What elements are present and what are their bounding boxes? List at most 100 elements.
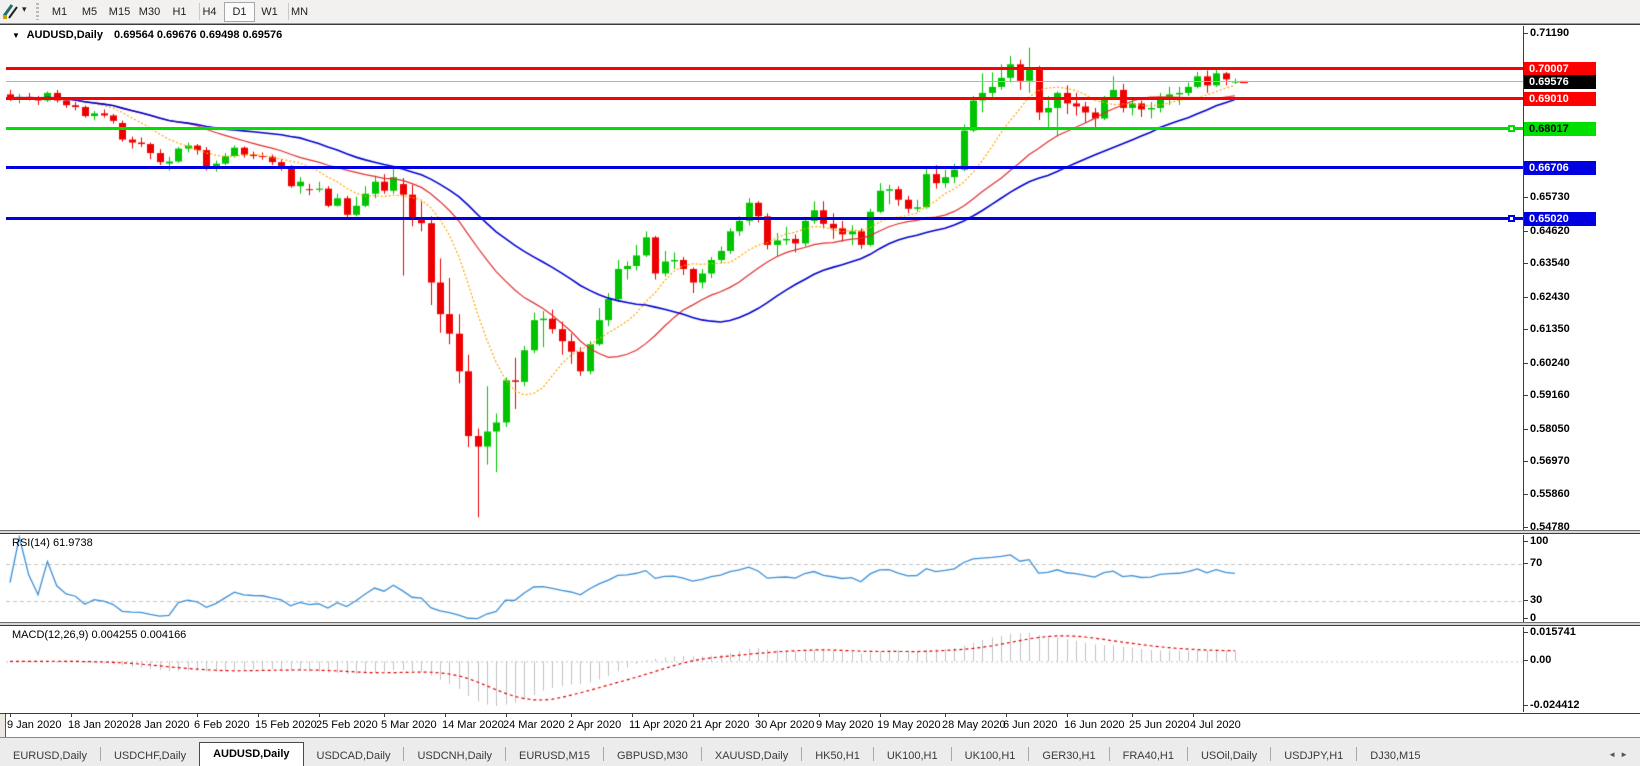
rsi-tick-label: 0 <box>1530 612 1536 624</box>
timeframe-button-d1[interactable]: D1 <box>224 2 255 22</box>
rsi-panel <box>0 533 1640 624</box>
rsi-tick-label: 100 <box>1530 535 1548 547</box>
macd-tick-label: -0.024412 <box>1530 699 1580 711</box>
rsi-tick-label: 30 <box>1530 594 1542 606</box>
support-line-0.68017-handle[interactable] <box>1508 125 1515 132</box>
tab-hk50-h1[interactable]: HK50,H1 <box>802 746 873 766</box>
date-tick <box>632 713 633 717</box>
tab-dj30-m15[interactable]: DJ30,M15 <box>1357 746 1433 766</box>
window-menu-icon[interactable]: ▼ <box>12 31 20 40</box>
tab-scroll-right-icon[interactable]: ► <box>1620 750 1632 759</box>
toolbar-dropdown-icon[interactable]: ▾ <box>22 4 27 15</box>
tab-uk100-h1[interactable]: UK100,H1 <box>952 746 1029 766</box>
tab-usdjpy-h1[interactable]: USDJPY,H1 <box>1271 746 1356 766</box>
tab-usdcnh-daily[interactable]: USDCNH,Daily <box>404 746 505 766</box>
date-label: 24 Mar 2020 <box>503 719 565 731</box>
price-tick-dash <box>1523 429 1528 430</box>
macd-chart[interactable] <box>6 627 1523 712</box>
tab-uk100-h1[interactable]: UK100,H1 <box>874 746 951 766</box>
date-label: 16 Jun 2020 <box>1064 719 1125 731</box>
chart-symbol-label: AUDUSD,Daily <box>27 29 103 41</box>
date-label: 25 Jun 2020 <box>1129 719 1190 731</box>
date-label: 15 Feb 2020 <box>255 719 317 731</box>
timeframe-button-m30[interactable]: M30 <box>134 2 165 22</box>
rsi-tick-dash <box>1523 618 1528 619</box>
tab-usdcad-daily[interactable]: USDCAD,Daily <box>304 746 404 766</box>
support-line-0.66706[interactable] <box>6 166 1523 169</box>
price-tick-label: 0.54780 <box>1530 521 1570 533</box>
bid-price-line[interactable] <box>6 81 1523 82</box>
macd-tick-dash <box>1523 632 1528 633</box>
timeframe-button-h1[interactable]: H1 <box>164 2 195 22</box>
date-label: 4 Jul 2020 <box>1190 719 1241 731</box>
timeframe-button-w1[interactable]: W1 <box>254 2 285 22</box>
rsi-axis-border <box>1523 535 1524 622</box>
date-tick <box>945 713 946 717</box>
crosshair-tool-icon[interactable] <box>2 2 20 20</box>
date-tick <box>132 713 133 717</box>
date-tick <box>10 713 11 717</box>
tab-scroll-left-icon[interactable]: ◄ <box>1608 750 1620 759</box>
tab-fra40-h1[interactable]: FRA40,H1 <box>1110 746 1187 766</box>
chart-title: ▼ AUDUSD,Daily 0.69564 0.69676 0.69498 0… <box>12 29 282 41</box>
support-line-0.65020-handle[interactable] <box>1508 215 1515 222</box>
rsi-chart[interactable] <box>6 535 1523 622</box>
tab-eurusd-m15[interactable]: EURUSD,M15 <box>506 746 603 766</box>
date-tick <box>445 713 446 717</box>
price-tick-label: 0.63540 <box>1530 257 1570 269</box>
macd-label: MACD(12,26,9) 0.004255 0.004166 <box>12 629 186 641</box>
candlestick-chart[interactable] <box>6 26 1523 529</box>
price-tick-label: 0.56970 <box>1530 455 1570 467</box>
price-tick-dash <box>1523 363 1528 364</box>
tab-usoil-daily[interactable]: USOil,Daily <box>1188 746 1270 766</box>
date-label: 18 Jan 2020 <box>68 719 129 731</box>
price-tick-label: 0.64620 <box>1530 225 1570 237</box>
toolbar-grip[interactable] <box>36 3 39 20</box>
date-label: 9 Jan 2020 <box>7 719 61 731</box>
tab-audusd-daily[interactable]: AUDUSD,Daily <box>199 742 303 766</box>
macd-values: 0.004255 0.004166 <box>91 629 186 641</box>
date-tick <box>880 713 881 717</box>
timeframe-button-m5[interactable]: M5 <box>74 2 105 22</box>
price-tag-resistance2: 0.69010 <box>1524 92 1596 106</box>
date-label: 19 May 2020 <box>877 719 941 731</box>
support-line-0.68017[interactable] <box>6 127 1523 130</box>
timeframe-button-m1[interactable]: M1 <box>44 2 75 22</box>
price-tick-dash <box>1523 329 1528 330</box>
price-tag-resistance: 0.70007 <box>1524 62 1596 76</box>
date-label: 21 Apr 2020 <box>690 719 749 731</box>
price-tick-dash <box>1523 395 1528 396</box>
macd-axis-border <box>1523 627 1524 712</box>
main-chart-panel <box>0 24 1640 532</box>
price-tick-dash <box>1523 461 1528 462</box>
top-toolbar: ▾ M1M5M15M30H1H4D1W1MN <box>0 0 1640 24</box>
price-tick-dash <box>1523 527 1528 528</box>
macd-tick-dash <box>1523 705 1528 706</box>
price-tick-label: 0.71190 <box>1530 27 1569 39</box>
chart-tab-bar: EURUSD,DailyUSDCHF,DailyAUDUSD,DailyUSDC… <box>0 737 1640 766</box>
tab-xauusd-daily[interactable]: XAUUSD,Daily <box>702 746 801 766</box>
price-tick-dash <box>1523 197 1528 198</box>
support-line-0.65020[interactable] <box>6 217 1523 220</box>
timeframe-button-h4[interactable]: H4 <box>194 2 225 22</box>
date-label: 6 Jun 2020 <box>1003 719 1057 731</box>
tab-eurusd-daily[interactable]: EURUSD,Daily <box>0 746 100 766</box>
date-label: 6 Feb 2020 <box>194 719 250 731</box>
resistance-line-0.69010[interactable] <box>6 97 1523 100</box>
date-tick <box>384 713 385 717</box>
rsi-tick-dash <box>1523 541 1528 542</box>
resistance-line-0.70007[interactable] <box>6 67 1523 70</box>
timeframe-button-mn[interactable]: MN <box>284 2 315 22</box>
date-tick <box>693 713 694 717</box>
price-tick-label: 0.65730 <box>1530 191 1570 203</box>
timeframe-button-m15[interactable]: M15 <box>104 2 135 22</box>
tab-ger30-h1[interactable]: GER30,H1 <box>1029 746 1108 766</box>
price-tick-label: 0.59160 <box>1530 389 1570 401</box>
price-tag-support: 0.68017 <box>1524 122 1596 136</box>
tab-usdchf-daily[interactable]: USDCHF,Daily <box>101 746 199 766</box>
tab-gbpusd-m30[interactable]: GBPUSD,M30 <box>604 746 701 766</box>
rsi-tick-dash <box>1523 563 1528 564</box>
rsi-tick-label: 70 <box>1530 557 1542 569</box>
price-tick-dash <box>1523 231 1528 232</box>
chart-ohlc-values: 0.69564 0.69676 0.69498 0.69576 <box>114 29 282 41</box>
